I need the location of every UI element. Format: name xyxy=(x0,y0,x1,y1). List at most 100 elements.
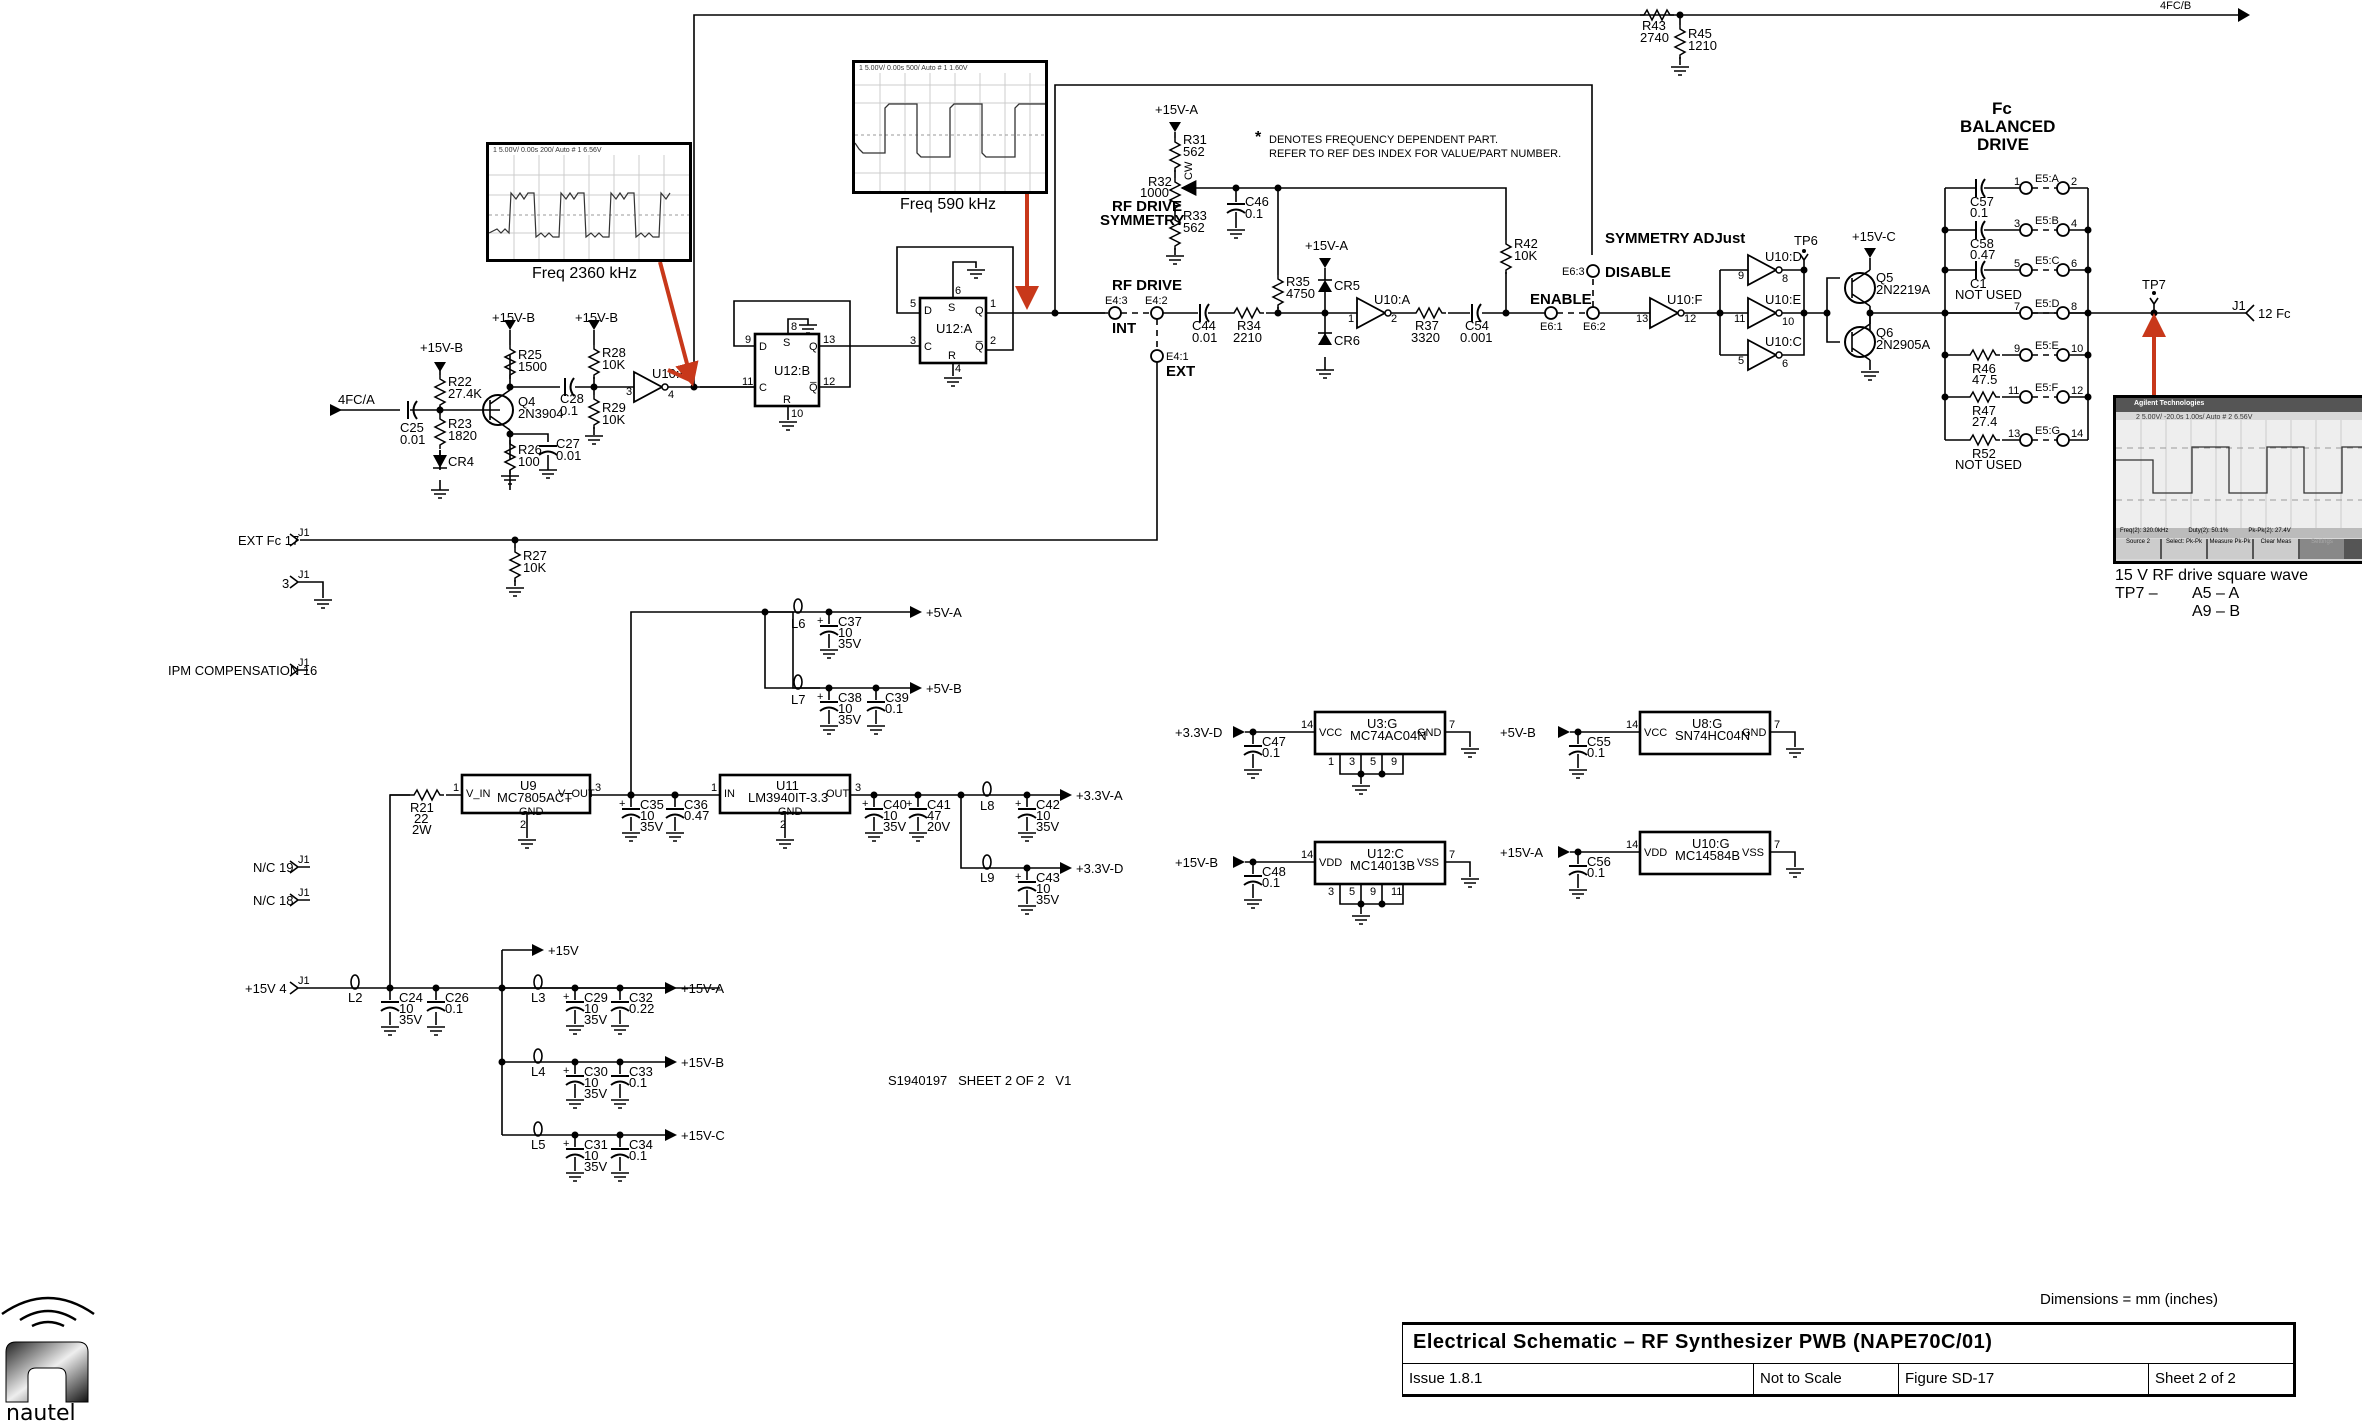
c55-icon xyxy=(1568,745,1588,756)
test-point-tp6[interactable] xyxy=(1802,249,1806,253)
pin-label: 12 xyxy=(2071,385,2083,397)
e5-label: E5:F xyxy=(2035,382,2059,394)
jumper-e5-f-a[interactable] xyxy=(2019,390,2033,404)
c34-label: 0.1 xyxy=(629,1148,647,1163)
jumper-e5-f-b[interactable] xyxy=(2056,390,2070,404)
net-label-5vb: +5V-B xyxy=(926,681,962,696)
pin-label: R xyxy=(948,350,956,362)
r25-val: 1500 xyxy=(518,359,547,374)
e4-2-label: E4:2 xyxy=(1145,295,1168,307)
issue-cell: Issue 1.8.1 xyxy=(1403,1364,1754,1394)
pin-label: 14 xyxy=(1301,849,1313,861)
l9-ref: L9 xyxy=(980,870,994,885)
softkey-select: Select: Pk-Pk xyxy=(2162,539,2206,559)
c47-label: 0.1 xyxy=(1262,745,1280,760)
pin-label: 8 xyxy=(1782,273,1788,285)
j1-label: J1 xyxy=(298,527,310,539)
jumper-e5-e-a[interactable] xyxy=(2019,348,2033,362)
pin-label: 5 xyxy=(910,298,916,310)
note-star: * xyxy=(1255,129,1262,146)
scope-tp7-caption-4: A9 – B xyxy=(2192,603,2241,620)
r21-power: 2W xyxy=(412,822,432,837)
c40-label: 35V xyxy=(883,819,906,834)
r37-val: 3320 xyxy=(1411,330,1440,345)
c37-icon xyxy=(819,625,839,636)
c54-val: 0.001 xyxy=(1460,330,1493,345)
pin-label: 4 xyxy=(2071,218,2077,230)
net-arrow-icon xyxy=(1558,846,1570,858)
int-label: INT xyxy=(1112,320,1136,337)
jumper-e5-c-a[interactable] xyxy=(2019,263,2033,277)
r27-val: 10K xyxy=(523,560,546,575)
polarity-mark: + xyxy=(817,691,823,703)
jumper-e6-3[interactable] xyxy=(1586,264,1600,278)
polarity-mark: + xyxy=(1015,871,1021,883)
agilent-brand: Agilent Technologies xyxy=(2134,400,2205,407)
cap-val: 0.47 xyxy=(1970,247,1995,262)
pin-label: C xyxy=(924,341,932,353)
pin-label: 8 xyxy=(2071,301,2077,313)
jumper-e5-g-a[interactable] xyxy=(2019,433,2033,447)
j1-label: J1 xyxy=(298,569,310,581)
pin-label: S xyxy=(783,337,790,349)
jumper-e5-b-a[interactable] xyxy=(2019,223,2033,237)
scale-cell: Not to Scale xyxy=(1754,1364,1899,1394)
jumper-e5-d-a[interactable] xyxy=(2019,306,2033,320)
q6-val: 2N2905A xyxy=(1876,337,1931,352)
ic-part: MC14013B xyxy=(1350,858,1415,873)
pin-label: 14 xyxy=(2071,428,2083,440)
c35-label: 35V xyxy=(640,819,663,834)
r43-val: 2740 xyxy=(1640,30,1669,45)
pin-label: 2 xyxy=(1391,313,1397,325)
cap-val: NOT USED xyxy=(1955,287,2022,302)
pin-label: 1 xyxy=(711,782,717,794)
pin-label: 7 xyxy=(1449,719,1455,731)
pin-label: 7 xyxy=(2014,301,2020,313)
c36-icon xyxy=(665,808,685,819)
c38-icon xyxy=(819,701,839,712)
net-arrow-icon xyxy=(910,606,922,618)
jumper-e6-2[interactable] xyxy=(1586,306,1600,320)
c30-label: 35V xyxy=(584,1086,607,1101)
scope-trace xyxy=(489,155,689,259)
c48-label: 0.1 xyxy=(1262,875,1280,890)
pin-label: 13 xyxy=(2008,428,2020,440)
ic-part: MC74AC04N xyxy=(1350,728,1427,743)
polarity-mark: + xyxy=(563,1065,569,1077)
r22-val: 27.4K xyxy=(448,386,482,401)
c43-label: 35V xyxy=(1036,892,1059,907)
net-label-15vc: +15V-C xyxy=(1852,229,1896,244)
c56-icon xyxy=(1568,865,1588,876)
pin-label: 5 xyxy=(1738,355,1744,367)
c28-val: 0.1 xyxy=(560,403,578,418)
scope-tp7-caption-2: TP7 – xyxy=(2115,585,2158,602)
pin-label: 11 xyxy=(2008,385,2019,397)
pin-label: 9 xyxy=(2014,343,2020,355)
pin-label: 10 xyxy=(1782,316,1794,328)
pin-label: Q̅ xyxy=(809,382,818,394)
c36-label: 0.47 xyxy=(684,808,709,823)
pin-label: 7 xyxy=(1774,839,1780,851)
c24-volt: 35V xyxy=(399,1012,422,1027)
c29-icon xyxy=(565,1001,585,1012)
title-block: Electrical Schematic – RF Synthesizer PW… xyxy=(1402,1322,2296,1397)
ext-label: EXT xyxy=(1166,363,1195,380)
res-val: NOT USED xyxy=(1955,457,2022,472)
jumper-e4-2[interactable] xyxy=(1150,306,1164,320)
c32-icon xyxy=(610,1001,630,1012)
test-point-tp7[interactable] xyxy=(2152,291,2156,295)
c42-label: 35V xyxy=(1036,819,1059,834)
c46-val: 0.1 xyxy=(1245,206,1263,221)
connector-nc-19: N/C 19 xyxy=(253,860,293,875)
c42-icon xyxy=(1017,808,1037,819)
jumper-e4-3[interactable] xyxy=(1108,306,1122,320)
c31-label: 35V xyxy=(584,1159,607,1174)
jumper-e5-a-a[interactable] xyxy=(2019,181,2033,195)
pin-label: 5 xyxy=(1349,886,1355,898)
jumper-e6-1[interactable] xyxy=(1544,306,1558,320)
drawing-title: Electrical Schematic – RF Synthesizer PW… xyxy=(1403,1325,2293,1364)
res-val: 47.5 xyxy=(1972,372,1997,387)
jumper-e4-1[interactable] xyxy=(1150,349,1164,363)
pin-label: 9 xyxy=(745,334,751,346)
cap-val: 0.1 xyxy=(1970,205,1988,220)
